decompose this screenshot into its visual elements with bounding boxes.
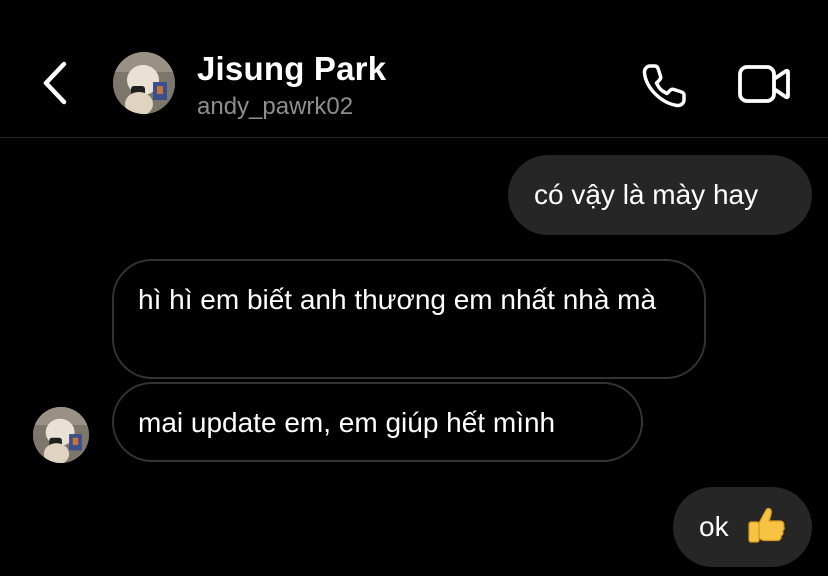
- incoming-message[interactable]: mai update em, em giúp hết mình: [112, 382, 643, 462]
- contact-name[interactable]: Jisung Park: [197, 50, 386, 88]
- avatar-image: [33, 407, 89, 463]
- outgoing-message[interactable]: có vậy là mày hay: [508, 155, 812, 235]
- message-text: có vậy là mày hay: [534, 179, 759, 210]
- message-text: ok: [699, 511, 729, 542]
- back-chevron-icon: [43, 61, 67, 105]
- message-text: mai update em, em giúp hết mình: [138, 407, 556, 438]
- phone-icon: [642, 64, 686, 108]
- profile-avatar[interactable]: [113, 52, 175, 114]
- chat-screen: Jisung Park andy_pawrk02 có vậy là mày h…: [0, 0, 828, 576]
- contact-username: andy_pawrk02: [197, 93, 354, 120]
- chat-header: Jisung Park andy_pawrk02: [0, 0, 828, 138]
- outgoing-message[interactable]: ok: [673, 487, 812, 567]
- audio-call-button[interactable]: [640, 60, 690, 110]
- video-camera-icon: [738, 65, 790, 103]
- incoming-message[interactable]: hì hì em biết anh thương em nhất nhà mà: [112, 259, 706, 379]
- back-button[interactable]: [36, 58, 76, 108]
- message-text: hì hì em biết anh thương em nhất nhà mà: [138, 284, 657, 315]
- avatar-image: [113, 52, 175, 114]
- sender-avatar[interactable]: [33, 407, 89, 463]
- thumbs-up-icon: [748, 507, 785, 543]
- video-call-button[interactable]: [737, 62, 791, 106]
